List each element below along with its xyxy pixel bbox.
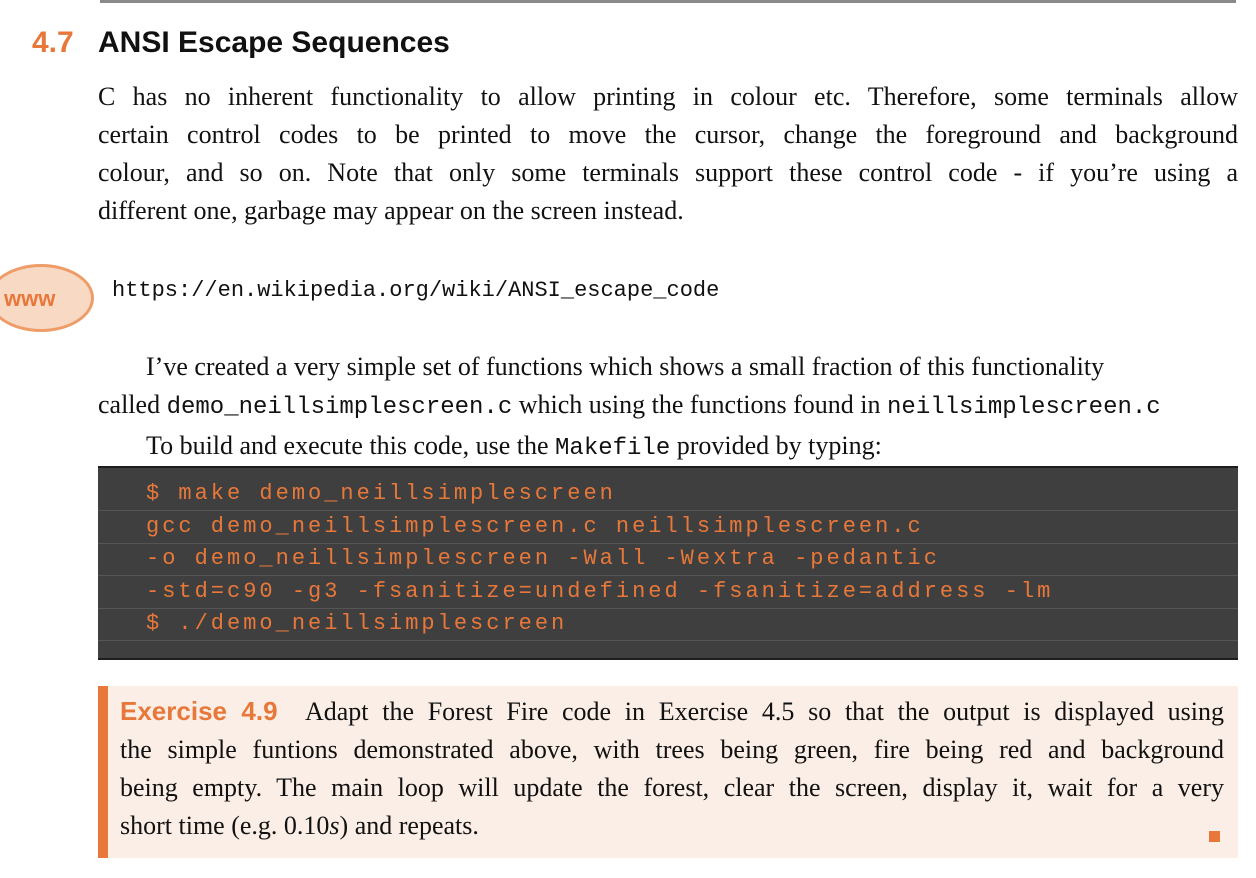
exercise-line-1: Exercise 4.9 Adapt the Forest Fire code … (120, 692, 1224, 731)
code-separator (98, 510, 1238, 511)
code-separator (98, 608, 1238, 609)
text-run: Adapt the Forest Fire code in Exercise 4… (304, 697, 1225, 726)
text-run: called (98, 390, 167, 419)
intro-line: C has no inherent functionality to allow… (98, 82, 1238, 111)
build-line-3: To build and execute this code, use the … (98, 427, 1256, 468)
code-line: -std=c90 -g3 -fsanitize=undefined -fsani… (146, 578, 1054, 604)
code-block: $ make demo_neillsimplescreen gcc demo_n… (98, 466, 1238, 660)
intro-line: colour, and so on. Note that only some t… (98, 158, 1238, 187)
code-line: -o demo_neillsimplescreen -Wall -Wextra … (146, 546, 940, 571)
exercise-line-3: being empty. The main loop will update t… (120, 773, 1224, 802)
code-line: gcc demo_neillsimplescreen.c neillsimple… (146, 513, 924, 539)
text-run: short time (e.g. 0.10 (120, 811, 330, 840)
text-run: s (329, 811, 340, 840)
section-number: 4.7 (32, 26, 74, 59)
www-badge-label: www (4, 286, 56, 311)
exercise-label: Exercise 4.9 (120, 696, 278, 726)
code-line: $ ./demo_neillsimplescreen (146, 611, 568, 636)
section-title: ANSI Escape Sequences (98, 26, 450, 59)
code-line: $ make demo_neillsimplescreen (146, 481, 616, 506)
code-separator (98, 575, 1238, 576)
intro-paragraph: C has no inherent functionality to allow… (98, 78, 1238, 230)
top-rule (100, 0, 1236, 3)
build-paragraph: I’ve created a very simple set of functi… (98, 348, 1256, 468)
demo-filename: demo_neillsimplescreen.c (166, 394, 513, 421)
code-separator (98, 543, 1238, 544)
intro-line: certain control codes to be printed to m… (98, 120, 1238, 149)
exercise-line-2: the simple funtions demonstrated above, … (120, 735, 1224, 764)
makefile-name: Makefile (555, 435, 671, 462)
code-lines: $ make demo_neillsimplescreen gcc demo_n… (146, 478, 1053, 641)
text-run: which using the functions found in (512, 390, 888, 419)
exercise-text: Exercise 4.9 Adapt the Forest Fire code … (120, 692, 1224, 845)
exercise-line-4: short time (e.g. 0.10s) and repeats. (120, 807, 1224, 845)
text-run: To build and execute this code, use the (146, 431, 556, 460)
library-filename: neillsimplescreen.c (887, 394, 1161, 421)
exercise-box: Exercise 4.9 Adapt the Forest Fire code … (98, 686, 1238, 858)
intro-line: different one, garbage may appear on the… (98, 196, 684, 225)
text-run: provided by typing: (670, 431, 882, 460)
build-line-2: called demo_neillsimplescreen.c which us… (98, 386, 1256, 427)
build-line-1: I’ve created a very simple set of functi… (146, 352, 1105, 381)
wikipedia-link[interactable]: https://en.wikipedia.org/wiki/ANSI_escap… (112, 278, 719, 303)
exercise-accent-bar (98, 686, 108, 858)
text-run: ) and repeats. (339, 811, 479, 840)
end-of-exercise-icon (1209, 831, 1220, 842)
code-separator (98, 640, 1238, 641)
